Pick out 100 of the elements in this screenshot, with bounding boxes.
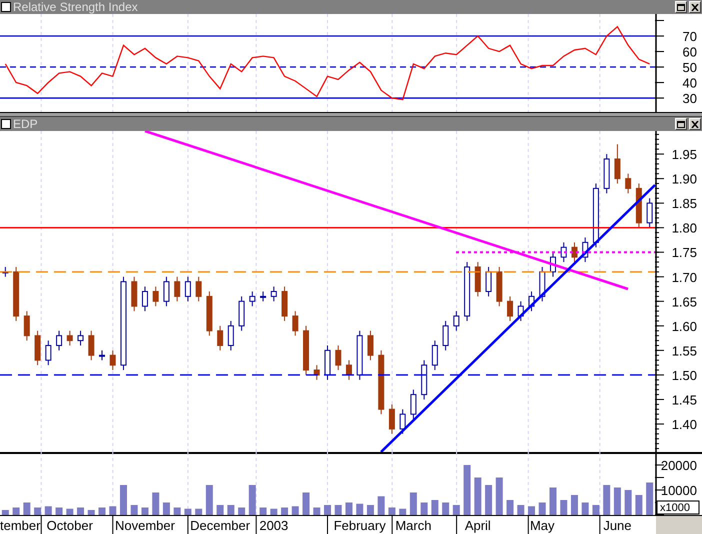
volume-bar (356, 504, 364, 515)
y-axis-label: 1.75 (672, 245, 697, 260)
candlestick (174, 276, 180, 302)
volume-bar (248, 485, 256, 515)
candlestick (496, 266, 502, 307)
volume-bar (77, 508, 84, 515)
panel-title: Relative Strength Index (13, 0, 139, 14)
volume-bar (614, 488, 621, 515)
candlestick (163, 276, 170, 307)
restore-button[interactable] (675, 1, 687, 13)
month-label: February (334, 518, 386, 533)
candlestick (486, 266, 492, 297)
candlestick (453, 310, 460, 332)
candlestick (13, 266, 20, 322)
volume-bar (34, 508, 42, 515)
y-axis-label: 10000 (660, 483, 697, 498)
month-label: June (603, 518, 632, 533)
candlestick (270, 286, 277, 302)
candlestick (636, 183, 642, 228)
volume-bar (592, 505, 600, 515)
candlestick (367, 330, 374, 361)
volume-bar (334, 505, 342, 515)
volume-bar (174, 508, 181, 515)
volume-bar (324, 505, 331, 515)
volume-bar (410, 492, 417, 515)
candlestick (196, 276, 202, 302)
volume-bar (506, 500, 514, 515)
volume-bar (56, 508, 63, 515)
y-axis-label: 60 (682, 44, 697, 60)
candlestick (34, 330, 41, 366)
candlestick (528, 291, 535, 312)
volume-bar (485, 485, 492, 515)
volume-bar (496, 478, 503, 515)
volume-bar (560, 500, 568, 515)
volume-bar (12, 508, 20, 515)
candlestick (592, 183, 599, 248)
y-axis-label: 1.40 (672, 417, 697, 432)
volume-bar (313, 508, 320, 515)
candlestick (292, 310, 298, 336)
y-axis-label: 1.80 (672, 220, 697, 236)
month-label: December (190, 518, 250, 533)
volume-bar (538, 502, 546, 515)
month-label: November (114, 518, 175, 533)
volume-bar (130, 505, 138, 515)
candlestick (614, 144, 620, 184)
candlestick (260, 291, 266, 302)
month-label: May (530, 518, 555, 533)
volume-bar (184, 508, 192, 515)
volume-bar (474, 478, 482, 515)
volume-bar (366, 505, 374, 515)
volume-bar (292, 506, 299, 515)
y-axis-label: 40 (682, 76, 697, 91)
volume-bar (550, 488, 556, 515)
volume-bar (624, 490, 632, 515)
y-axis-label: 1.60 (672, 318, 697, 334)
candlestick (582, 237, 588, 263)
restore-button[interactable] (675, 118, 687, 130)
volume-bar (66, 508, 74, 515)
candlestick (110, 350, 116, 371)
candlestick (282, 286, 288, 322)
y-axis-label: 50 (682, 60, 697, 76)
candlestick (550, 252, 556, 278)
candlestick (206, 291, 212, 336)
volume-bar (2, 510, 9, 515)
candlestick (388, 404, 395, 434)
volume-bar (141, 508, 148, 515)
volume-bar (442, 502, 450, 515)
y-axis-label: 1.55 (672, 343, 697, 358)
volume-bar (23, 502, 30, 515)
volume-bar (270, 508, 278, 515)
candlestick (432, 340, 438, 371)
volume-bar (452, 505, 460, 515)
y-axis-label: 1.45 (672, 392, 697, 408)
candlestick (324, 345, 330, 380)
volume-bar (582, 502, 589, 515)
volume-bar (260, 508, 267, 515)
volume-bar (152, 492, 160, 515)
candlestick (56, 330, 62, 351)
y-axis-label: 30 (682, 91, 697, 106)
candlestick (410, 389, 416, 420)
month-label: tember (0, 518, 40, 533)
volume-bar (88, 510, 95, 515)
candlestick (646, 198, 653, 228)
close-button[interactable] (689, 118, 701, 130)
candlestick (217, 325, 224, 351)
candlestick (464, 262, 470, 322)
candlestick (356, 330, 363, 380)
candlestick (314, 364, 320, 380)
close-button[interactable] (689, 1, 701, 13)
candlestick (539, 266, 546, 302)
candlestick (99, 350, 105, 361)
y-axis-label: 1.85 (672, 196, 697, 212)
y-axis-label: 1.70 (672, 270, 697, 285)
candlestick (474, 262, 481, 297)
candlestick (604, 154, 610, 194)
candlestick (303, 325, 310, 376)
corner-panel (656, 516, 702, 534)
candlestick (400, 408, 406, 434)
month-label: 2003 (259, 518, 288, 533)
y-axis-label: 20000 (660, 458, 697, 473)
